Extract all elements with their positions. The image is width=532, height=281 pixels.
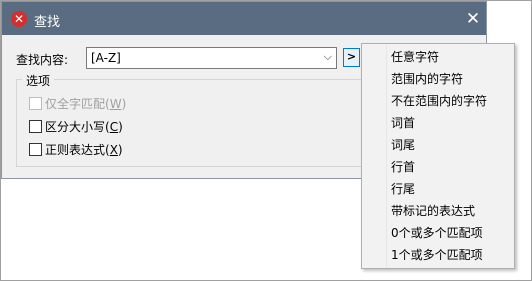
option-label: 正则表达式( xyxy=(45,143,110,157)
menu-item-zero-or-more[interactable]: 0个或多个匹配项 xyxy=(391,223,483,243)
checkbox-box[interactable] xyxy=(29,143,42,156)
menu-item-end-of-line[interactable]: 行尾 xyxy=(391,179,415,199)
match-whole-word-checkbox[interactable]: 仅全字匹配(W) xyxy=(29,95,126,111)
find-combobox[interactable]: [A-Z] ⌵ xyxy=(86,47,337,69)
option-label: 仅全字匹配( xyxy=(45,97,110,111)
app-icon: ✕ xyxy=(11,11,27,27)
regex-checkbox[interactable]: 正则表达式(X) xyxy=(29,141,123,157)
menu-item-tagged-expression[interactable]: 带标记的表达式 xyxy=(391,201,475,221)
option-suffix: ) xyxy=(121,97,127,111)
regex-builder-button[interactable]: > xyxy=(343,48,360,67)
dialog-title: 查找 xyxy=(34,15,61,30)
menu-item-any-character[interactable]: 任意字符 xyxy=(391,47,439,67)
option-suffix: ) xyxy=(117,143,123,157)
options-group-label: 选项 xyxy=(22,72,55,89)
option-accesskey: C xyxy=(109,120,119,134)
checkbox-box[interactable] xyxy=(29,120,42,133)
menu-item-beginning-of-word[interactable]: 词首 xyxy=(391,113,415,133)
menu-item-character-in-range[interactable]: 范围内的字符 xyxy=(391,69,463,89)
find-label: 查找内容: xyxy=(16,53,69,67)
menu-item-beginning-of-line[interactable]: 行首 xyxy=(391,157,415,177)
menu-item-character-not-in-range[interactable]: 不在范围内的字符 xyxy=(391,91,487,111)
find-input[interactable]: [A-Z] xyxy=(91,51,121,65)
menu-item-one-or-more[interactable]: 1个或多个匹配项 xyxy=(391,245,483,265)
menu-icon-gutter xyxy=(362,44,387,268)
regex-context-menu: 任意字符 范围内的字符 不在范围内的字符 词首 词尾 行首 行尾 带标记的表达式… xyxy=(361,43,515,269)
chevron-down-icon[interactable]: ⌵ xyxy=(324,50,332,64)
title-bar[interactable]: ✕ 查找 ✕ xyxy=(2,2,486,35)
option-suffix: ) xyxy=(118,120,123,134)
screen: ✕ 查找 ✕ 查找内容: [A-Z] ⌵ > 选项 仅全字匹配(W) 区分大小写… xyxy=(0,0,532,281)
option-accesskey: X xyxy=(109,143,118,157)
menu-item-end-of-word[interactable]: 词尾 xyxy=(391,135,415,155)
checkbox-box[interactable] xyxy=(29,97,42,110)
option-accesskey: W xyxy=(109,97,122,111)
match-case-checkbox[interactable]: 区分大小写(C) xyxy=(29,118,123,134)
option-label: 区分大小写( xyxy=(45,120,110,134)
close-button[interactable]: ✕ xyxy=(462,8,484,30)
